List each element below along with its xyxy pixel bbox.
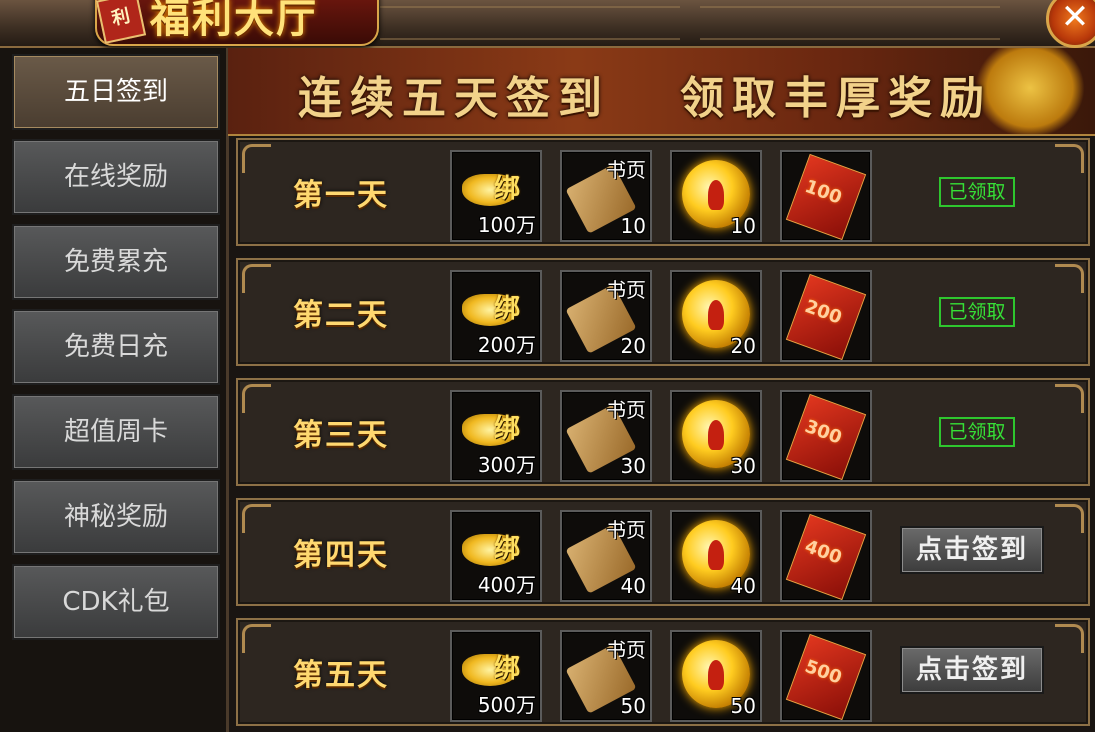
reward-slot-red-envelope[interactable]: 200	[780, 270, 872, 362]
reward-slot-bound-gold[interactable]: 绑 400万	[450, 510, 542, 602]
reward-slot-red-envelope[interactable]: 500	[780, 630, 872, 722]
reward-count: 400万	[477, 573, 536, 597]
sidebar-item-mystery-reward[interactable]: 神秘奖励	[12, 479, 220, 555]
reward-count: 100万	[477, 213, 536, 237]
reward-slot-red-envelope[interactable]: 400	[780, 510, 872, 602]
claimed-badge: 已领取	[939, 177, 1015, 207]
reward-slot-gold-orb[interactable]: 30	[670, 390, 762, 482]
reward-slot-gold-orb[interactable]: 20	[670, 270, 762, 362]
bound-tag: 绑	[494, 294, 521, 324]
day-label: 第三天	[293, 418, 389, 453]
reward-count: 10	[730, 214, 756, 238]
day-label: 第四天	[293, 538, 389, 573]
day-row: 第四天 绑 400万 书页 40 40 400 点击签到	[236, 498, 1090, 606]
red-envelope-icon: 300	[785, 393, 867, 480]
signin-button[interactable]: 点击签到	[900, 526, 1044, 574]
sidebar-item-cdk-gift[interactable]: CDK礼包	[12, 564, 220, 640]
day-row: 第二天 绑 200万 书页 20 20 200 已领取	[236, 258, 1090, 366]
sidebar-item-weekly-card[interactable]: 超值周卡	[12, 394, 220, 470]
red-envelope-icon: 100	[785, 153, 867, 240]
day-label: 第一天	[293, 178, 389, 213]
envelope-value: 400	[801, 535, 845, 569]
sidebar-item-five-day-signin[interactable]: 五日签到	[12, 54, 220, 130]
red-envelope-icon: 400	[785, 513, 867, 600]
envelope-value: 300	[801, 415, 845, 449]
book-pages-tag: 书页	[606, 638, 646, 662]
sidebar-item-online-reward[interactable]: 在线奖励	[12, 139, 220, 215]
book-pages-tag: 书页	[606, 398, 646, 422]
reward-count: 20	[620, 334, 646, 358]
claimed-badge: 已领取	[939, 417, 1015, 447]
book-pages-tag: 书页	[606, 278, 646, 302]
red-envelope-icon: 200	[785, 273, 867, 360]
day-row: 第三天 绑 300万 书页 30 30 300 已领取	[236, 378, 1090, 486]
reward-count: 200万	[477, 333, 536, 357]
reward-count: 500万	[477, 693, 536, 717]
reward-slot-gold-orb[interactable]: 50	[670, 630, 762, 722]
reward-slot-gold-orb[interactable]: 10	[670, 150, 762, 242]
reward-slot-bound-gold[interactable]: 绑 300万	[450, 390, 542, 482]
signin-button[interactable]: 点击签到	[900, 646, 1044, 694]
sidebar-item-free-cumulative-recharge[interactable]: 免费累充	[12, 224, 220, 300]
bound-tag: 绑	[494, 414, 521, 444]
reward-slot-red-envelope[interactable]: 300	[780, 390, 872, 482]
envelope-value: 100	[801, 175, 845, 209]
reward-slot-book-pages[interactable]: 书页 50	[560, 630, 652, 722]
bound-tag: 绑	[494, 534, 521, 564]
reward-count: 20	[730, 334, 756, 358]
reward-count: 40	[730, 574, 756, 598]
reward-slot-bound-gold[interactable]: 绑 500万	[450, 630, 542, 722]
reward-slot-book-pages[interactable]: 书页 40	[560, 510, 652, 602]
reward-slot-bound-gold[interactable]: 绑 200万	[450, 270, 542, 362]
bound-tag: 绑	[494, 174, 521, 204]
book-pages-tag: 书页	[606, 518, 646, 542]
day-label: 第二天	[293, 298, 389, 333]
reward-count: 300万	[477, 453, 536, 477]
reward-count: 40	[620, 574, 646, 598]
reward-count: 10	[620, 214, 646, 238]
claimed-badge: 已领取	[939, 297, 1015, 327]
title-bar-ornament	[380, 6, 680, 40]
day-row: 第五天 绑 500万 书页 50 50 500 点击签到	[236, 618, 1090, 726]
day-row: 第一天 绑 100万 书页 10 10 100 已领取	[236, 138, 1090, 246]
banner-right-text: 领取丰厚奖励	[680, 73, 992, 124]
banner-text: 连续五天签到 领取丰厚奖励	[298, 62, 1062, 126]
envelope-value: 500	[801, 655, 845, 689]
reward-count: 50	[620, 694, 646, 718]
reward-slot-book-pages[interactable]: 书页 10	[560, 150, 652, 242]
reward-slot-book-pages[interactable]: 书页 30	[560, 390, 652, 482]
envelope-value: 200	[801, 295, 845, 329]
reward-slot-gold-orb[interactable]: 40	[670, 510, 762, 602]
red-envelope-icon: 500	[785, 633, 867, 720]
sidebar: 五日签到 在线奖励 免费累充 免费日充 超值周卡 神秘奖励 CDK礼包	[0, 48, 229, 732]
window-title: 福利大厅	[150, 0, 318, 42]
reward-count: 50	[730, 694, 756, 718]
reward-count: 30	[730, 454, 756, 478]
sidebar-item-free-daily-recharge[interactable]: 免费日充	[12, 309, 220, 385]
title-bar-ornament	[700, 6, 1000, 40]
reward-slot-red-envelope[interactable]: 100	[780, 150, 872, 242]
bound-tag: 绑	[494, 654, 521, 684]
reward-count: 30	[620, 454, 646, 478]
banner-left-text: 连续五天签到	[298, 73, 610, 124]
reward-slot-book-pages[interactable]: 书页 20	[560, 270, 652, 362]
day-label: 第五天	[293, 658, 389, 693]
book-pages-tag: 书页	[606, 158, 646, 182]
reward-slot-bound-gold[interactable]: 绑 100万	[450, 150, 542, 242]
promo-banner: 连续五天签到 领取丰厚奖励	[228, 48, 1095, 136]
